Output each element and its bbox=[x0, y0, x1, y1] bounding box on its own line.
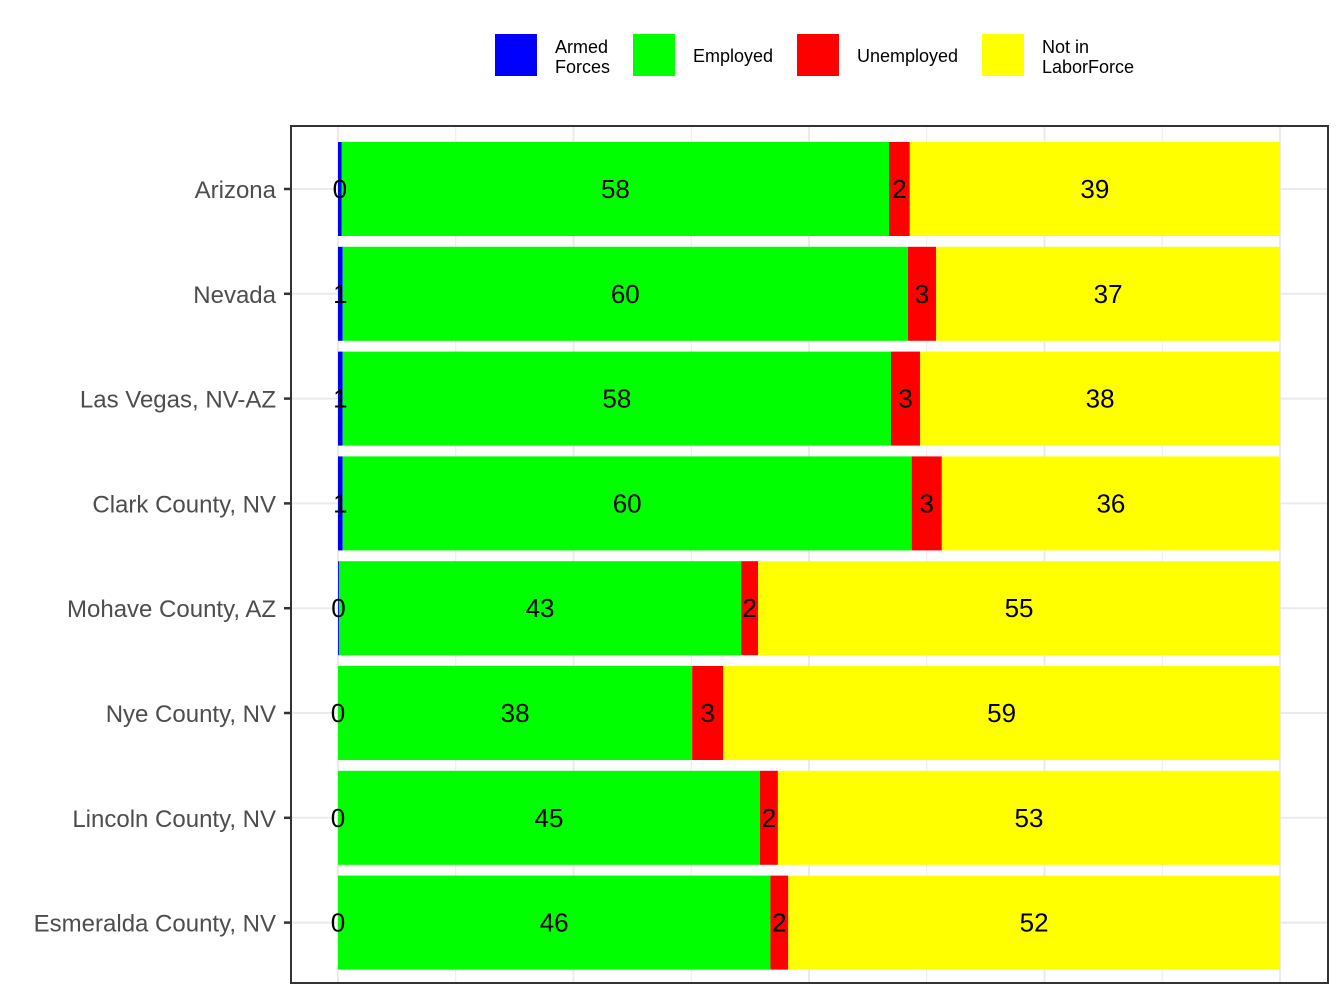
legend-key bbox=[797, 34, 839, 76]
bar-row bbox=[338, 770, 1280, 865]
data-label: 0 bbox=[331, 698, 345, 728]
data-label: 3 bbox=[915, 279, 929, 309]
data-label: 52 bbox=[1020, 908, 1049, 938]
data-label: 60 bbox=[611, 279, 640, 309]
data-label: 2 bbox=[772, 908, 786, 938]
y-tick-label: Esmeralda County, NV bbox=[34, 911, 276, 938]
data-label: 2 bbox=[742, 593, 756, 623]
data-label: 1 bbox=[333, 279, 347, 309]
data-label: 1 bbox=[333, 488, 347, 518]
bar-row bbox=[338, 666, 1280, 760]
legend-label: LaborForce bbox=[1042, 57, 1134, 77]
y-tick-label: Clark County, NV bbox=[92, 491, 276, 518]
y-tick-label: Lincoln County, NV bbox=[72, 806, 276, 833]
data-label: 1 bbox=[333, 384, 347, 414]
data-label: 38 bbox=[1086, 384, 1115, 414]
y-axis: Arizona Nevada Las Vegas, NV-AZ Clark Count… bbox=[34, 177, 291, 938]
legend-label: Employed bbox=[693, 46, 773, 66]
data-label: 2 bbox=[762, 803, 776, 833]
legend-label: Forces bbox=[555, 57, 610, 77]
legend-item: Not inLaborForce bbox=[982, 34, 1134, 77]
data-label: 46 bbox=[540, 908, 569, 938]
legend-key bbox=[495, 34, 537, 76]
bar-row bbox=[338, 351, 1280, 446]
legend-key bbox=[633, 34, 675, 76]
plot-panel: 0 58 2 39 1 60 3 37 1 58 3 38 1 60 3 36 0 43 2 55 0 38 3 59 0 45 2… bbox=[290, 125, 1329, 984]
data-label: 43 bbox=[526, 593, 555, 623]
bar-row bbox=[338, 142, 1280, 236]
legend-item: ArmedForces bbox=[495, 34, 610, 77]
data-label: 37 bbox=[1094, 279, 1123, 309]
y-tick-label: Nye County, NV bbox=[106, 701, 276, 728]
legend-item: Employed bbox=[633, 34, 773, 76]
data-label: 55 bbox=[1005, 593, 1034, 623]
legend-label: Not in bbox=[1042, 37, 1089, 57]
data-label: 58 bbox=[601, 174, 630, 204]
y-tick-label: Mohave County, AZ bbox=[67, 596, 276, 623]
data-label: 0 bbox=[331, 803, 345, 833]
legend: ArmedForces Employed Unemployed Not inLabor… bbox=[495, 34, 1134, 77]
data-label: 3 bbox=[898, 384, 912, 414]
data-label: 0 bbox=[333, 174, 347, 204]
stacked-bar-chart: ArmedForces Employed Unemployed Not inLabor… bbox=[34, 34, 1329, 984]
legend-label: Unemployed bbox=[857, 46, 958, 66]
data-label: 38 bbox=[501, 698, 530, 728]
y-tick-label: Las Vegas, NV-AZ bbox=[80, 387, 276, 414]
bar-row bbox=[338, 561, 1280, 656]
data-label: 0 bbox=[331, 908, 345, 938]
legend-label: Armed bbox=[555, 37, 608, 57]
legend-item: Unemployed bbox=[797, 34, 958, 76]
y-tick-label: Nevada bbox=[193, 282, 276, 309]
data-label: 2 bbox=[892, 174, 906, 204]
y-tick-label: Arizona bbox=[195, 177, 277, 204]
data-label: 53 bbox=[1014, 803, 1043, 833]
bar-row bbox=[338, 246, 1280, 341]
data-label: 45 bbox=[535, 803, 564, 833]
data-label: 58 bbox=[602, 384, 631, 414]
data-label: 36 bbox=[1096, 488, 1125, 518]
data-label: 59 bbox=[987, 698, 1016, 728]
bar-row bbox=[338, 456, 1280, 551]
data-label: 39 bbox=[1080, 174, 1109, 204]
bar-row bbox=[338, 875, 1280, 970]
data-label: 3 bbox=[701, 698, 715, 728]
data-label: 60 bbox=[613, 488, 642, 518]
data-label: 3 bbox=[920, 488, 934, 518]
data-label: 0 bbox=[331, 593, 345, 623]
legend-key bbox=[982, 34, 1024, 76]
